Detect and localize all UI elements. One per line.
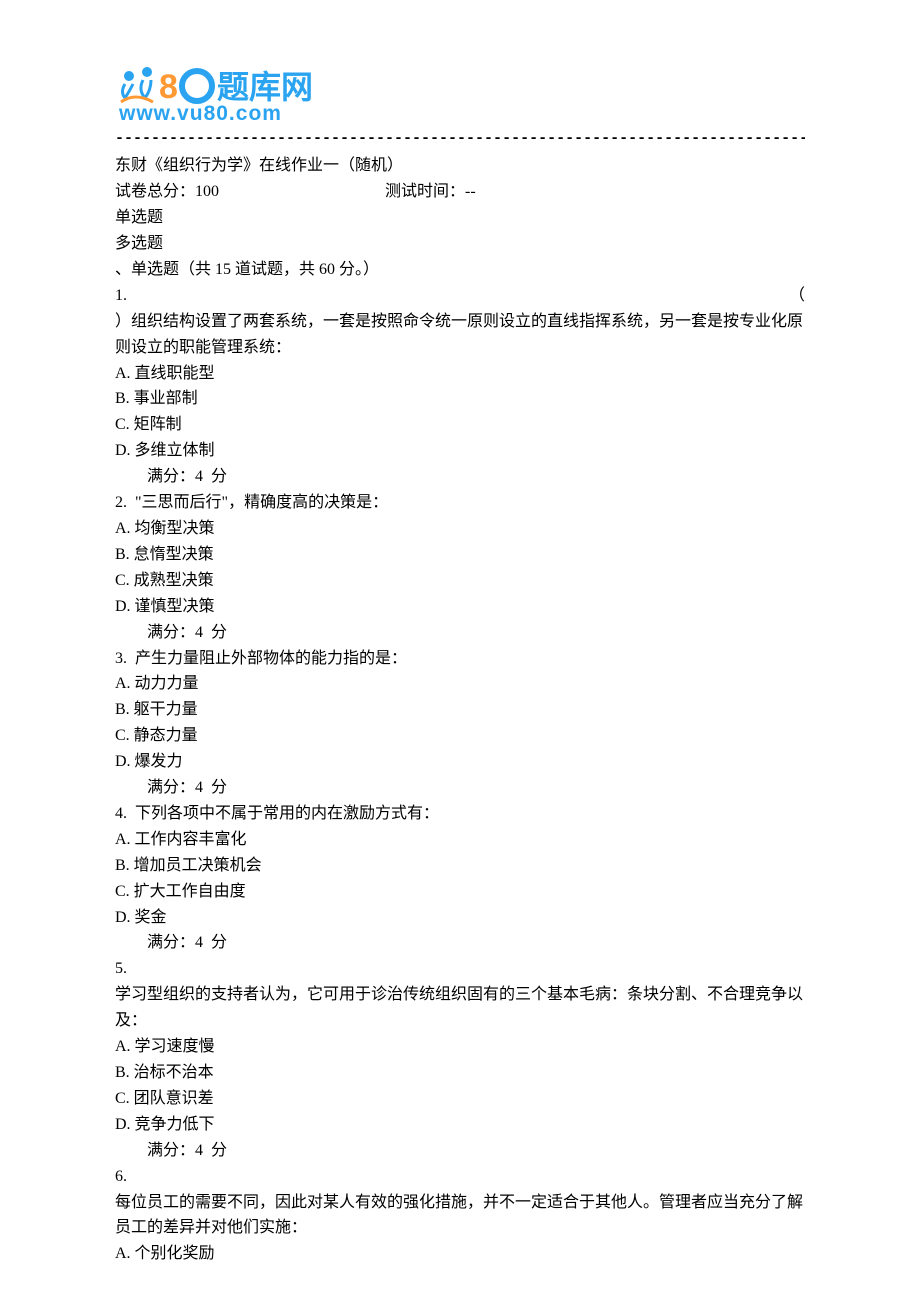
q1-score: 满分：4 分 — [115, 464, 805, 490]
q5-number: 5. — [115, 956, 805, 982]
q1-option-b: B. 事业部制 — [115, 386, 805, 412]
q2-score: 满分：4 分 — [115, 620, 805, 646]
site-logo: 8 题库网 www.vu80.com — [115, 62, 805, 125]
q1-number-row: 1. （ — [115, 283, 805, 309]
total-label: 试卷总分： — [115, 183, 195, 200]
svg-text:8: 8 — [159, 68, 178, 106]
q4-score: 满分：4 分 — [115, 930, 805, 956]
logo-title-text: 题库网 — [217, 69, 313, 105]
q3-option-c: C. 静态力量 — [115, 723, 805, 749]
q4-option-b: B. 增加员工决策机会 — [115, 853, 805, 879]
q2-option-b: B. 怠惰型决策 — [115, 542, 805, 568]
q3-option-b: B. 躯干力量 — [115, 697, 805, 723]
q5-option-c: C. 团队意识差 — [115, 1086, 805, 1112]
q3-stem: 3. 产生力量阻止外部物体的能力指的是： — [115, 646, 805, 672]
q5-score: 满分：4 分 — [115, 1138, 805, 1164]
q3-score: 满分：4 分 — [115, 775, 805, 801]
q1-number: 1. — [115, 283, 127, 309]
section-heading: 、单选题（共 15 道试题，共 60 分。） — [115, 257, 805, 283]
q2-option-a: A. 均衡型决策 — [115, 516, 805, 542]
q1-option-d: D. 多维立体制 — [115, 438, 805, 464]
nav-single: 单选题 — [115, 205, 805, 231]
q2-option-d: D. 谨慎型决策 — [115, 594, 805, 620]
q1-open-paren: （ — [789, 283, 805, 309]
q2-option-c: C. 成熟型决策 — [115, 568, 805, 594]
logo-url-text: www.vu80.com — [118, 102, 282, 125]
page-root: 8 题库网 www.vu80.com ---------------------… — [0, 0, 920, 1307]
q5-option-d: D. 竞争力低下 — [115, 1112, 805, 1138]
total-value: 100 — [195, 183, 219, 200]
q4-option-c: C. 扩大工作自由度 — [115, 879, 805, 905]
time-label: 测试时间： — [385, 183, 465, 200]
q6-number: 6. — [115, 1164, 805, 1190]
q1-stem: ）组织结构设置了两套系统，一套是按照命令统一原则设立的直线指挥系统，另一套是按专… — [115, 309, 805, 361]
nav-multi: 多选题 — [115, 231, 805, 257]
q5-stem: 学习型组织的支持者认为，它可用于诊治传统组织固有的三个基本毛病：条块分割、不合理… — [115, 982, 805, 1034]
q2-stem: 2. "三思而后行"，精确度高的决策是： — [115, 490, 805, 516]
q3-option-d: D. 爆发力 — [115, 749, 805, 775]
q6-option-a: A. 个别化奖励 — [115, 1241, 805, 1267]
q5-option-b: B. 治标不治本 — [115, 1060, 805, 1086]
q1-option-c: C. 矩阵制 — [115, 412, 805, 438]
separator-dashes: ----------------------------------------… — [115, 127, 805, 151]
logo-graphic: 8 题库网 www.vu80.com — [115, 62, 345, 125]
q4-option-a: A. 工作内容丰富化 — [115, 827, 805, 853]
q1-option-a: A. 直线职能型 — [115, 361, 805, 387]
q5-option-a: A. 学习速度慢 — [115, 1034, 805, 1060]
q4-option-d: D. 奖金 — [115, 905, 805, 931]
paper-meta: 试卷总分：100 测试时间：-- — [115, 179, 805, 205]
q6-stem: 每位员工的需要不同，因此对某人有效的强化措施，并不一定适合于其他人。管理者应当充… — [115, 1190, 805, 1242]
q3-option-a: A. 动力力量 — [115, 671, 805, 697]
paper-title: 东财《组织行为学》在线作业一（随机） — [115, 153, 805, 179]
time-value: -- — [465, 183, 476, 200]
q4-stem: 4. 下列各项中不属于常用的内在激励方式有： — [115, 801, 805, 827]
